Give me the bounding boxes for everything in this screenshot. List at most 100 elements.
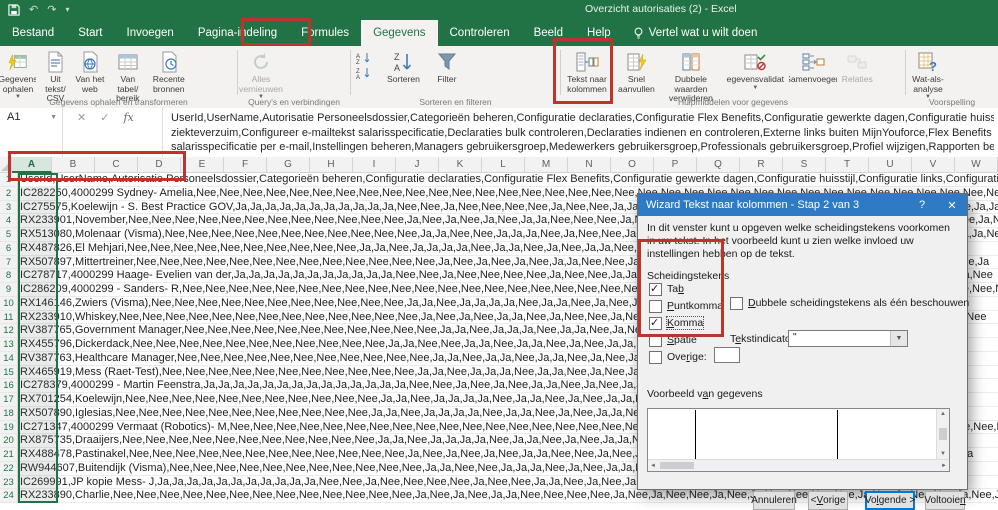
scroll-left-icon[interactable]: ◄ [650,463,656,469]
tell-me-box[interactable]: Vertel wat u wilt doen [623,20,768,46]
row-number[interactable]: 11 [0,311,18,325]
column-header[interactable]: J [396,157,439,173]
column-header[interactable]: H [310,157,353,173]
dialog-close-icon[interactable]: ✕ [937,194,967,216]
row-number[interactable]: 12 [0,324,18,338]
undo-icon[interactable]: ↶ [29,2,38,18]
ribbon-tab[interactable]: Beeld [522,20,575,46]
dialog-button[interactable]: Volgende > [865,491,915,510]
row-number[interactable]: 17 [0,393,18,407]
column-header[interactable]: D [138,157,181,173]
ribbon-tab[interactable]: Start [66,20,114,46]
column-header[interactable]: S [783,157,826,173]
row-number[interactable]: 23 [0,476,18,490]
ribbon-tab[interactable]: Pagina-indeling [186,20,289,46]
checkbox-icon[interactable] [649,334,662,347]
column-header[interactable]: O [611,157,654,173]
scroll-right-icon[interactable]: ► [941,463,947,469]
checkbox-icon[interactable] [730,297,743,310]
row-number[interactable]: 7 [0,256,18,270]
row-number[interactable]: 14 [0,352,18,366]
row-number[interactable]: 24 [0,489,18,503]
checkbox-icon[interactable] [649,300,662,313]
scroll-down-icon[interactable]: ▼ [940,449,946,459]
redo-icon[interactable]: ↷ [47,2,56,18]
column-header[interactable]: K [439,157,482,173]
row-number[interactable]: 16 [0,379,18,393]
cancel-entry-icon[interactable]: ✕ [77,111,86,157]
delimiter-checkbox[interactable]: Tab [649,282,684,296]
row-number[interactable]: 8 [0,269,18,283]
ribbon-tab[interactable]: Bestand [0,20,66,46]
preview-horizontal-scrollbar[interactable]: ◄ ► [648,459,949,471]
combo-dropdown-icon[interactable]: ▼ [890,331,907,346]
delimiter-checkbox[interactable]: Komma [649,316,703,330]
delimiter-checkbox[interactable]: Overige: [649,350,707,364]
insert-function-icon[interactable]: fx [123,111,133,157]
ribbon-tab[interactable]: Controleren [438,20,522,46]
column-header[interactable]: A [12,157,52,173]
row-number[interactable]: 21 [0,448,18,462]
text-qualifier-select[interactable]: " ▼ [788,330,908,347]
ribbon-tab[interactable]: Formules [289,20,361,46]
row-number[interactable]: 3 [0,201,18,215]
column-header[interactable]: N [568,157,611,173]
column-header[interactable]: B [52,157,95,173]
dialog-button[interactable]: < Vorige [808,491,848,510]
row-number[interactable]: 15 [0,366,18,380]
column-header[interactable]: E [181,157,224,173]
preview-vertical-scrollbar[interactable]: ▲ ▼ [936,409,949,459]
row-number[interactable]: 2 [0,187,18,201]
row-number[interactable]: 9 [0,283,18,297]
sort-descending-button[interactable]: ZA [356,66,372,82]
column-header[interactable]: T [826,157,869,173]
ribbon-tab[interactable]: Gegevens [361,20,437,46]
dialog-title-bar[interactable]: Wizard Tekst naar kolommen - Stap 2 van … [638,194,967,216]
row-number[interactable]: 20 [0,434,18,448]
column-header[interactable]: G [267,157,310,173]
column-header[interactable]: V [912,157,955,173]
column-header[interactable]: R [740,157,783,173]
save-icon[interactable] [8,4,20,16]
column-header[interactable]: U [869,157,912,173]
table-row[interactable]: 1 UserId,UserName,Autorisatie Personeels… [0,173,998,187]
treat-consecutive-checkbox[interactable]: Dubbele scheidingstekens als één beschou… [730,296,969,310]
row-number[interactable]: 19 [0,421,18,435]
column-header[interactable]: I [353,157,396,173]
column-header[interactable]: C [95,157,138,173]
delimiter-checkbox[interactable]: Spatie [649,333,697,347]
checkbox-icon[interactable] [649,317,662,330]
dialog-help-button[interactable]: ? [907,194,937,216]
ribbon-tab[interactable]: Invoegen [115,20,186,46]
row-number[interactable]: 4 [0,214,18,228]
checkbox-icon[interactable] [649,283,662,296]
row-number[interactable]: 5 [0,228,18,242]
column-header[interactable]: M [525,157,568,173]
name-box-dropdown-icon[interactable]: ▼ [50,114,57,121]
select-all-corner[interactable] [0,157,12,173]
ribbon-tab[interactable]: Help [575,20,623,46]
column-header[interactable]: P [654,157,697,173]
scroll-thumb[interactable] [660,462,694,469]
formula-input[interactable]: UserId,UserName,Autorisatie Personeelsdo… [163,108,998,157]
column-header[interactable]: Q [697,157,740,173]
checkbox-icon[interactable] [649,351,662,364]
row-number[interactable]: 6 [0,242,18,256]
row-number[interactable]: 18 [0,407,18,421]
column-header[interactable]: L [482,157,525,173]
dialog-button[interactable]: Voltooien [925,491,965,510]
row-number[interactable]: 13 [0,338,18,352]
row-number[interactable]: 10 [0,297,18,311]
confirm-entry-icon[interactable]: ✓ [100,111,109,157]
delimiter-checkbox[interactable]: Puntkomma [649,299,723,313]
scroll-up-icon[interactable]: ▲ [940,409,946,419]
scroll-thumb[interactable] [939,428,947,440]
row-number[interactable]: 22 [0,462,18,476]
dialog-button[interactable]: Annuleren [753,491,795,510]
table-row[interactable]: 24 RX233890,Charlie,Nee,Nee,Nee,Nee,Nee,… [0,489,998,503]
other-delimiter-input[interactable] [714,347,740,363]
name-box[interactable]: A1 ▼ [0,108,63,157]
qat-customize-icon[interactable]: ▾ [65,2,69,18]
row-number[interactable]: 1 [0,173,18,187]
column-header[interactable]: F [224,157,267,173]
